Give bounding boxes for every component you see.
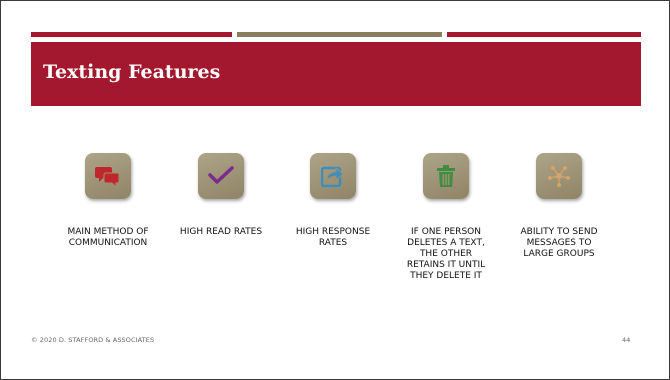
checkmark-icon (208, 166, 234, 186)
feature-label: HIGH RESPONSE RATES (295, 227, 371, 248)
accent-bar-middle (237, 32, 442, 37)
feature-tile (423, 153, 469, 199)
speech-bubbles-icon (95, 165, 121, 187)
title-band: Texting Features (31, 42, 641, 106)
feature-tile (85, 153, 131, 199)
feature-read-rates: HIGH READ RATES (175, 153, 267, 238)
feature-label: ABILITY TO SEND MESSAGES TO LARGE GROUPS (520, 227, 598, 259)
footer-copyright: © 2020 D. STAFFORD & ASSOCIATES (31, 336, 155, 344)
trash-icon (436, 164, 456, 188)
accent-bar-right (447, 32, 641, 37)
feature-tile (310, 153, 356, 199)
feature-communication: MAIN METHOD OF COMMUNICATION (62, 153, 154, 249)
feature-tile (536, 153, 582, 199)
slide: Texting Features MAIN METHOD OF COMMUNIC… (0, 0, 670, 380)
slide-title: Texting Features (43, 61, 221, 83)
network-icon (546, 164, 572, 188)
feature-label: HIGH READ RATES (179, 227, 263, 237)
share-icon (321, 165, 345, 187)
feature-label: IF ONE PERSON DELETES A TEXT, THE OTHER … (406, 227, 486, 281)
feature-group-messaging: ABILITY TO SEND MESSAGES TO LARGE GROUPS (513, 153, 605, 260)
feature-label: MAIN METHOD OF COMMUNICATION (67, 227, 149, 248)
slide-number: 44 (622, 336, 631, 344)
feature-tile (198, 153, 244, 199)
feature-delete-retention: IF ONE PERSON DELETES A TEXT, THE OTHER … (400, 153, 492, 282)
feature-response-rates: HIGH RESPONSE RATES (287, 153, 379, 249)
accent-bar-left (31, 32, 232, 37)
